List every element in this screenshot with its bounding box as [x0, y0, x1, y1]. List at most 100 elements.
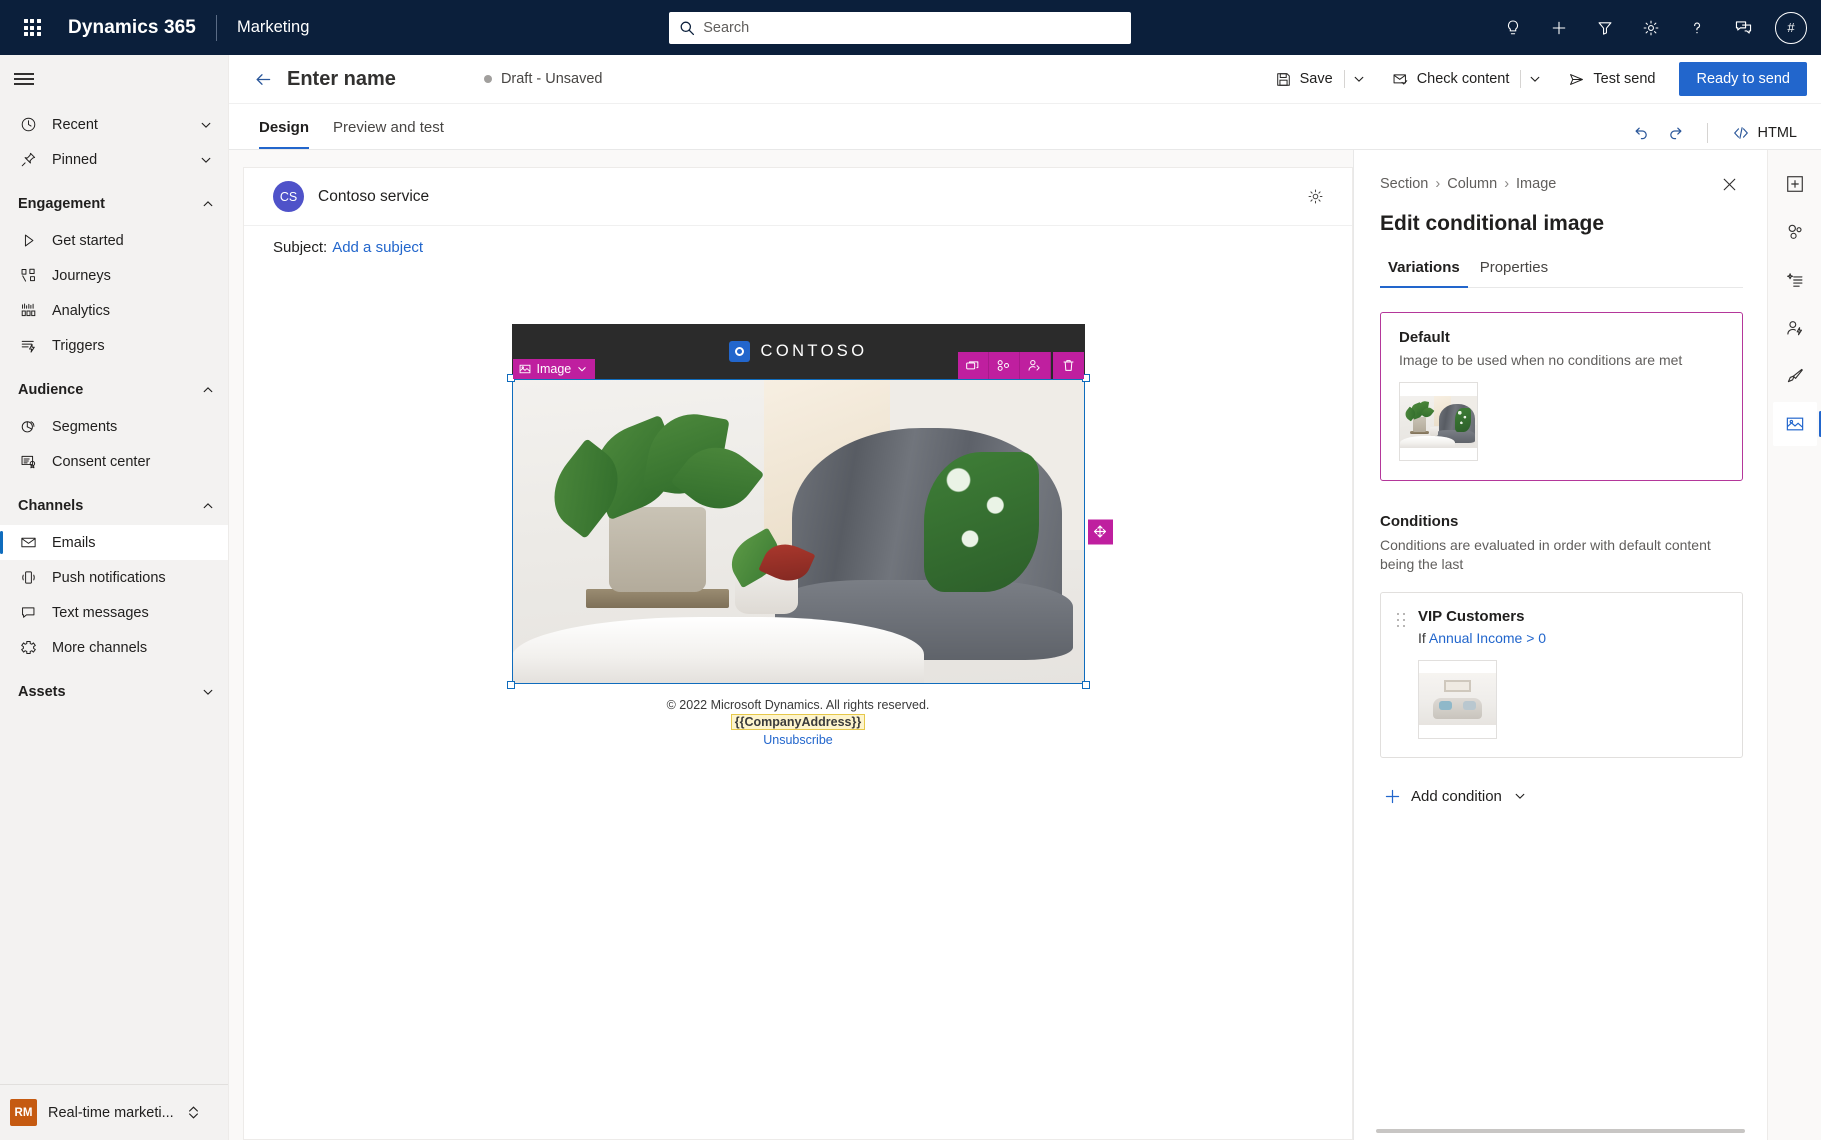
panel-title: Edit conditional image	[1380, 212, 1605, 235]
save-options-button[interactable]	[1346, 62, 1372, 96]
back-button[interactable]	[247, 63, 279, 95]
condition-card[interactable]: VIP Customers If Annual Income > 0	[1380, 591, 1743, 758]
sidebar-item-segments[interactable]: Segments	[0, 409, 228, 444]
drag-handle-icon[interactable]	[1397, 608, 1406, 739]
sidebar-item-journeys[interactable]: Journeys	[0, 258, 228, 293]
app-name-label[interactable]: Marketing	[237, 18, 309, 37]
consent-icon	[18, 453, 38, 470]
chevron-down-icon	[198, 154, 214, 166]
panel-horizontal-scrollbar[interactable]	[1376, 1129, 1745, 1133]
help-icon[interactable]	[1675, 6, 1719, 50]
default-variation-card[interactable]: Default Image to be used when no conditi…	[1380, 312, 1743, 481]
sender-avatar: CS	[273, 181, 304, 212]
email-header: CS Contoso service	[244, 168, 1352, 226]
sidebar-item-pinned[interactable]: Pinned	[0, 142, 228, 177]
left-sidebar: Recent Pinned Engagement Get started Jou…	[0, 55, 229, 1140]
check-content-options-button[interactable]	[1522, 62, 1548, 96]
sidebar-item-text-messages[interactable]: Text messages	[0, 595, 228, 630]
duplicate-icon[interactable]	[957, 352, 989, 379]
panel-header: Section › Column › Image Edit conditiona…	[1354, 150, 1767, 288]
tab-properties[interactable]: Properties	[1472, 259, 1556, 287]
sidebar-item-get-started[interactable]: Get started	[0, 223, 228, 258]
sidebar-group-label: Audience	[18, 382, 84, 398]
clock-icon	[18, 116, 38, 133]
sender-name: Contoso service	[318, 187, 430, 205]
conditional-content-icon[interactable]	[988, 352, 1020, 379]
resize-handle-bottom-right[interactable]	[1081, 681, 1090, 689]
components-icon[interactable]	[1773, 210, 1817, 254]
html-view-button[interactable]: HTML	[1722, 117, 1807, 149]
tab-preview-and-test[interactable]: Preview and test	[321, 105, 456, 149]
status-label: Draft - Unsaved	[500, 71, 603, 87]
global-search-box[interactable]	[669, 11, 1132, 44]
close-icon[interactable]	[1715, 170, 1743, 198]
test-send-button[interactable]: Test send	[1558, 62, 1665, 96]
personalize-icon[interactable]	[1019, 352, 1051, 379]
undo-button[interactable]	[1625, 117, 1657, 149]
panel-tab-label: Properties	[1479, 259, 1549, 276]
redo-button[interactable]	[1661, 117, 1693, 149]
waffle-icon	[23, 19, 41, 36]
dynamic-text-icon[interactable]	[1773, 258, 1817, 302]
contoso-wordmark: CONTOSO	[760, 342, 868, 360]
company-address-token[interactable]: {{CompanyAddress}}	[730, 714, 866, 730]
add-subject-link[interactable]: Add a subject	[332, 239, 423, 256]
ready-to-send-button[interactable]: Ready to send	[1679, 62, 1807, 96]
email-canvas[interactable]: CS Contoso service Subject: Add a subjec…	[243, 167, 1353, 1140]
email-hero-image[interactable]	[511, 379, 1085, 684]
add-condition-button[interactable]: Add condition	[1380, 784, 1530, 809]
sidebar-group-channels[interactable]: Channels	[0, 487, 228, 525]
breadcrumb-image[interactable]: Image	[1516, 176, 1556, 192]
resize-handle-bottom-left[interactable]	[506, 681, 515, 689]
condition-thumbnail[interactable]	[1418, 659, 1497, 739]
app-launcher-button[interactable]	[10, 6, 54, 50]
sidebar-item-label: Push notifications	[52, 569, 166, 586]
gear-icon[interactable]	[1629, 6, 1673, 50]
breadcrumb-section[interactable]: Section	[1380, 176, 1428, 192]
move-element-handle[interactable]	[1087, 519, 1113, 544]
sidebar-item-push-notifications[interactable]: Push notifications	[0, 560, 228, 595]
breadcrumb-column[interactable]: Column	[1447, 176, 1497, 192]
feedback-icon[interactable]	[1721, 6, 1765, 50]
area-switcher[interactable]: RM Real-time marketi...	[0, 1084, 228, 1140]
brand-divider	[215, 14, 217, 41]
sidebar-group-assets[interactable]: Assets	[0, 673, 228, 711]
image-icon[interactable]	[1772, 402, 1821, 446]
element-type-tag[interactable]: Image	[512, 359, 596, 379]
sidebar-item-more-channels[interactable]: More channels	[0, 630, 228, 665]
default-variation-thumbnail[interactable]	[1399, 382, 1478, 461]
sidebar-toggle-button[interactable]	[0, 55, 228, 103]
filter-icon[interactable]	[1583, 6, 1627, 50]
sidebar-item-consent-center[interactable]: Consent center	[0, 444, 228, 479]
search-input[interactable]	[703, 19, 1122, 36]
unsubscribe-link[interactable]: Unsubscribe	[512, 733, 1085, 747]
sidebar-item-analytics[interactable]: Analytics	[0, 293, 228, 328]
page-title[interactable]: Enter name	[287, 68, 396, 91]
lightbulb-icon[interactable]	[1491, 6, 1535, 50]
main-content: Enter name Draft - Unsaved Save Check co…	[229, 55, 1821, 1140]
check-content-button[interactable]: Check content	[1382, 62, 1520, 96]
user-avatar[interactable]: #	[1775, 11, 1807, 44]
styles-brush-icon[interactable]	[1773, 354, 1817, 398]
area-badge: RM	[10, 1099, 37, 1126]
sidebar-group-audience[interactable]: Audience	[0, 371, 228, 409]
default-variation-description: Image to be used when no conditions are …	[1399, 352, 1683, 368]
brand-title[interactable]: Dynamics 365	[68, 17, 196, 39]
save-button[interactable]: Save	[1265, 62, 1343, 96]
sidebar-group-engagement[interactable]: Engagement	[0, 185, 228, 223]
plus-icon[interactable]	[1537, 6, 1581, 50]
condition-rule-operator[interactable]: > 0	[1526, 630, 1546, 646]
add-element-icon[interactable]	[1773, 162, 1817, 206]
email-settings-button[interactable]	[1300, 182, 1330, 212]
personalization-icon[interactable]	[1773, 306, 1817, 350]
send-icon	[1568, 71, 1585, 88]
sidebar-item-recent[interactable]: Recent	[0, 107, 228, 142]
sidebar-item-triggers[interactable]: Triggers	[0, 328, 228, 363]
selected-image-element[interactable]: Image	[506, 352, 1113, 689]
tab-variations[interactable]: Variations	[1380, 259, 1468, 288]
condition-rule-field[interactable]: Annual Income	[1429, 630, 1522, 646]
tab-design[interactable]: Design	[247, 105, 321, 149]
sidebar-item-emails[interactable]: Emails	[0, 525, 228, 560]
sidebar-group-label: Engagement	[18, 196, 106, 212]
delete-icon[interactable]	[1052, 352, 1084, 379]
